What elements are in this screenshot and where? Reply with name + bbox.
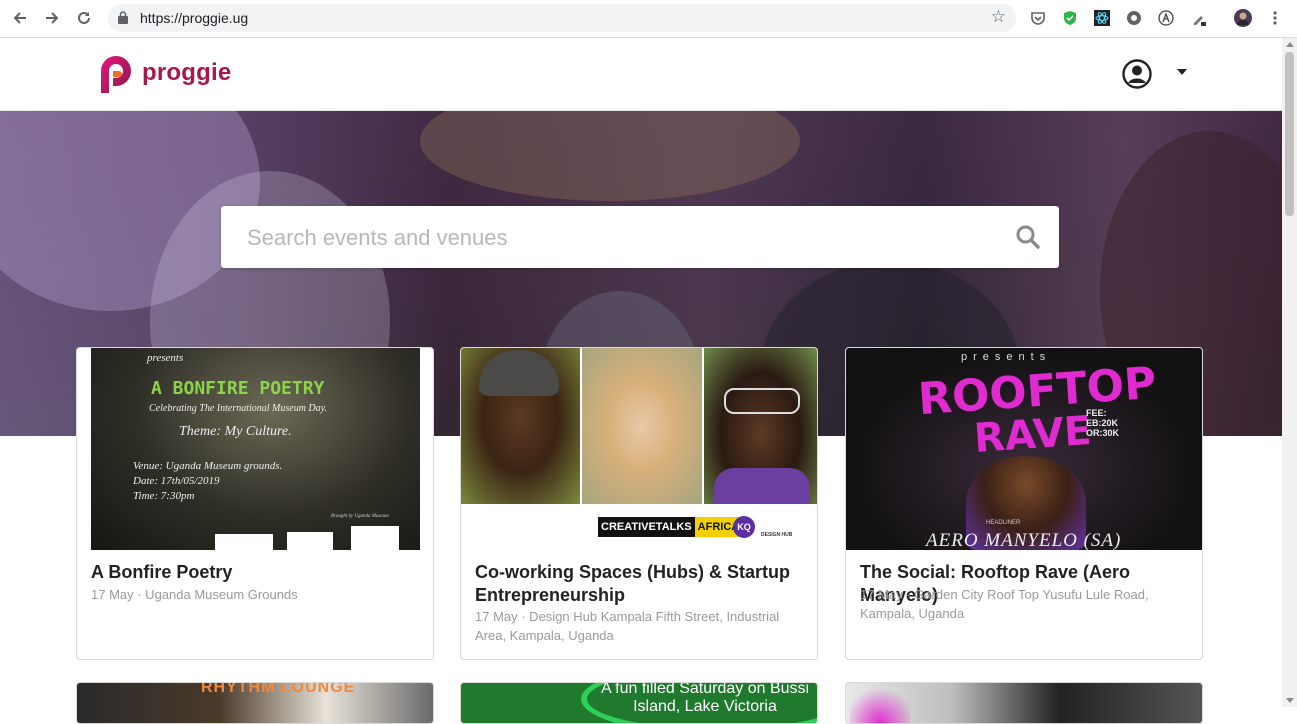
eyedropper-icon[interactable] <box>1190 9 1208 27</box>
back-icon[interactable] <box>8 6 32 30</box>
event-card[interactable]: CREATIVETALKS AFRICA KQ DESIGN HUB Co-wo… <box>460 347 818 660</box>
pocket-icon[interactable] <box>1029 9 1047 27</box>
address-bar[interactable]: https://proggie.ug ☆ <box>108 4 1016 32</box>
a-extension-icon[interactable] <box>1157 9 1175 27</box>
react-devtools-icon[interactable] <box>1093 9 1111 27</box>
sponsor-logo <box>215 534 273 550</box>
poster-artist: AERO MANYELO (SA) <box>926 530 1122 550</box>
event-card[interactable] <box>845 682 1203 724</box>
poster-venue: Venue: Uganda Museum grounds. <box>133 460 283 472</box>
poster-text: A fun filled Saturday on Bussi Island, L… <box>600 682 810 715</box>
speaker-photo <box>704 348 817 504</box>
event-meta: 17 May · Uganda Museum Grounds <box>91 587 298 602</box>
bookmark-star-icon[interactable]: ☆ <box>991 7 1006 27</box>
poster-headline: RAVE <box>972 407 1093 463</box>
speaker-photo <box>461 348 580 504</box>
poster-text: RHYTHM LOUNGE <box>201 682 356 696</box>
profile-avatar[interactable] <box>1234 9 1252 27</box>
search-box <box>221 206 1059 268</box>
event-card[interactable]: presents A BONFIRE POETRY Celebrating Th… <box>76 347 434 660</box>
poster-theme: Theme: My Culture. <box>179 424 292 439</box>
event-title[interactable]: Co-working Spaces (Hubs) & Startup Entre… <box>475 561 805 607</box>
event-poster[interactable]: CREATIVETALKS AFRICA KQ DESIGN HUB <box>461 348 817 550</box>
logo-wordmark[interactable]: proggie <box>142 59 231 87</box>
scroll-up-icon[interactable] <box>1286 42 1294 47</box>
poster-date: Date: 17th/05/2019 <box>133 475 220 487</box>
sponsor-logo <box>351 526 399 550</box>
url-text: https://proggie.ug <box>140 10 249 26</box>
poster-credit: Brought by Uganda Museum <box>331 514 389 519</box>
poster-fees: FEE: EB:20K OR:30K <box>1086 408 1120 438</box>
event-meta: 17 May · Garden City Roof Top Yusufu Lul… <box>860 587 1149 621</box>
forward-icon[interactable] <box>40 6 64 30</box>
account-icon[interactable] <box>1122 59 1152 89</box>
sponsor-logo <box>287 532 333 550</box>
kq-logo: KQ <box>733 516 755 538</box>
event-title[interactable]: A Bonfire Poetry <box>91 561 421 584</box>
poster-presents: presents <box>961 351 1052 363</box>
site-header: proggie <box>0 38 1282 111</box>
event-meta: 17 May · Design Hub Kampala Fifth Street… <box>475 609 780 643</box>
poster-headline: A BONFIRE POETRY <box>151 378 325 399</box>
poster-subtitle: Celebrating The International Museum Day… <box>149 403 328 414</box>
poster-time: Time: 7:30pm <box>133 490 195 502</box>
designhub-logo: DESIGN HUB <box>761 532 793 538</box>
lock-icon <box>118 11 128 24</box>
creativetalks-logo: CREATIVETALKS AFRICA <box>598 517 743 537</box>
chrome-menu-icon[interactable] <box>1266 9 1284 27</box>
event-poster[interactable]: presents ROOFTOP RAVE FEE: EB:20K OR:30K… <box>846 348 1202 550</box>
scrollbar-thumb[interactable] <box>1285 52 1294 216</box>
browser-toolbar: https://proggie.ug ☆ <box>0 0 1297 38</box>
account-dropdown-caret-icon[interactable] <box>1177 69 1187 75</box>
shield-icon[interactable] <box>1061 9 1079 27</box>
speaker-photo <box>582 348 702 504</box>
reload-icon[interactable] <box>72 6 96 30</box>
search-icon[interactable] <box>1015 224 1041 250</box>
poster-headliner: HEADLINER <box>986 520 1021 526</box>
page-scrollbar[interactable] <box>1282 38 1297 707</box>
event-poster[interactable]: presents A BONFIRE POETRY Celebrating Th… <box>77 348 433 550</box>
circle-extension-icon[interactable] <box>1125 9 1143 27</box>
search-input[interactable] <box>245 220 989 256</box>
event-card[interactable]: RHYTHM LOUNGE <box>76 682 434 724</box>
scroll-down-icon[interactable] <box>1286 698 1294 703</box>
event-card[interactable]: presents ROOFTOP RAVE FEE: EB:20K OR:30K… <box>845 347 1203 660</box>
event-card[interactable]: A fun filled Saturday on Bussi Island, L… <box>460 682 818 724</box>
poster-presents: presents <box>147 352 184 364</box>
proggie-logo-icon[interactable] <box>97 55 135 93</box>
